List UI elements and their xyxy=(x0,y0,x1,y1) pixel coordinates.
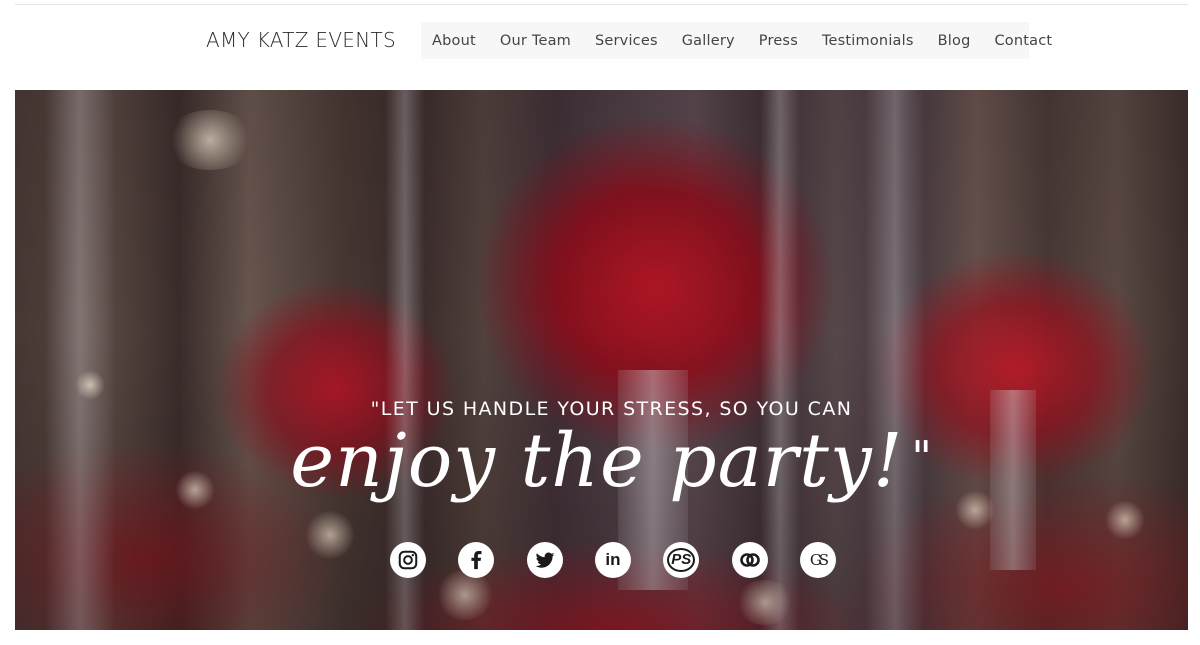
instagram-link[interactable] xyxy=(390,542,426,578)
nav-item-contact[interactable]: Contact xyxy=(994,33,1052,49)
hero-quote-close-mark: " xyxy=(911,432,933,483)
page: AMY KATZ EVENTS About Our Team Services … xyxy=(0,0,1200,645)
nav-item-blog[interactable]: Blog xyxy=(938,33,971,49)
social-bar: in PS GS xyxy=(390,542,836,580)
brand-logo-link[interactable]: AMY KATZ EVENTS xyxy=(206,28,396,52)
main-nav: About Our Team Services Gallery Press Te… xyxy=(421,22,1052,59)
nav-item-services[interactable]: Services xyxy=(595,33,658,49)
site-header: AMY KATZ EVENTS About Our Team Services … xyxy=(0,0,1200,88)
twitter-link[interactable] xyxy=(526,542,563,578)
instagram-icon xyxy=(398,550,418,570)
hero-quote-line1: "LET US HANDLE YOUR STRESS, SO YOU CAN xyxy=(370,398,853,420)
linkedin-link[interactable]: in xyxy=(594,542,631,578)
monogram-gs-icon: GS xyxy=(809,551,829,569)
nav-item-about[interactable]: About xyxy=(432,33,476,49)
pinterest-ps-icon: PS xyxy=(667,548,696,572)
hero-quote-line2: enjoy the party! " xyxy=(15,418,1188,504)
hero-quote-emphasis: enjoy the party! xyxy=(290,418,904,504)
monogram-gs-link[interactable]: GS xyxy=(799,542,836,578)
facebook-link[interactable] xyxy=(458,542,495,578)
pinterest-ps-link[interactable]: PS xyxy=(663,542,700,578)
nav-item-our-team[interactable]: Our Team xyxy=(500,33,571,49)
nav-item-press[interactable]: Press xyxy=(759,33,798,49)
link-icon xyxy=(739,553,760,567)
linkedin-icon: in xyxy=(605,550,621,569)
facebook-icon xyxy=(471,551,482,570)
hero-banner: "LET US HANDLE YOUR STRESS, SO YOU CAN e… xyxy=(15,90,1188,630)
twitter-icon xyxy=(535,552,555,568)
nav-item-gallery[interactable]: Gallery xyxy=(682,33,735,49)
nav-item-testimonials[interactable]: Testimonials xyxy=(822,33,914,49)
link-chain-link[interactable] xyxy=(731,542,768,578)
